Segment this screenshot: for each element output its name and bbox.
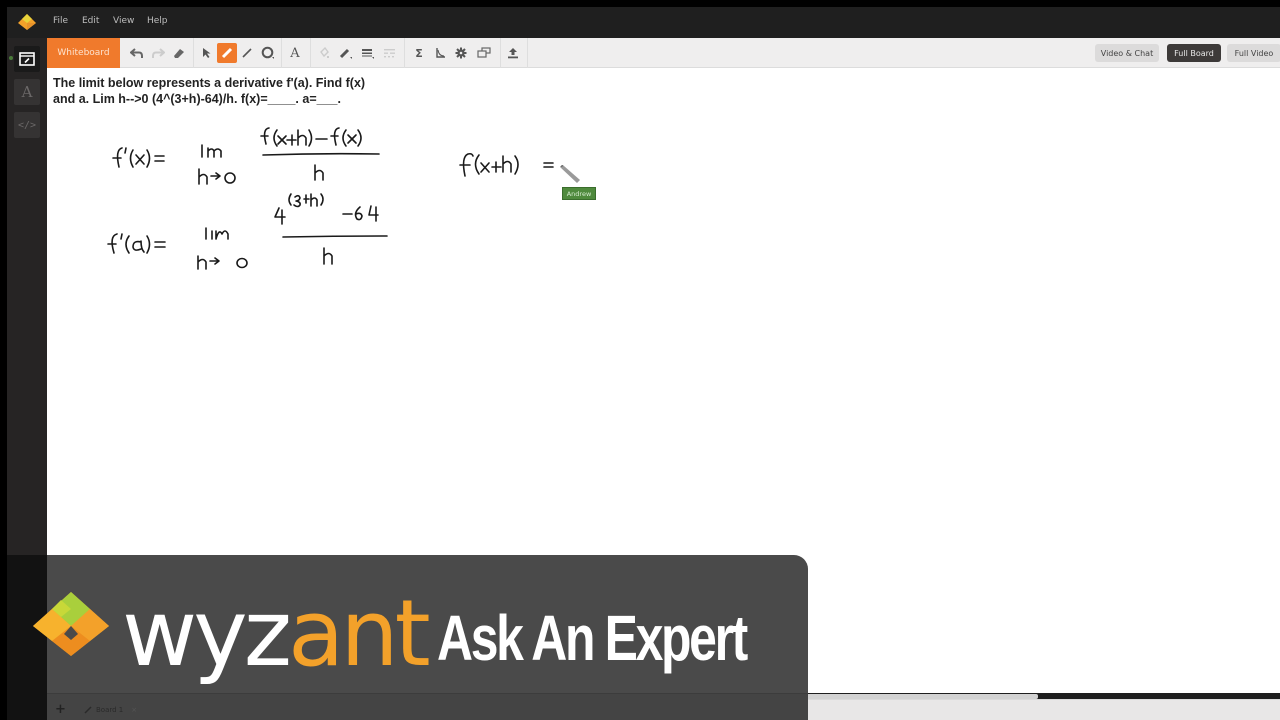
toolbar-divider bbox=[404, 38, 405, 68]
layers-button[interactable] bbox=[474, 43, 494, 63]
pen-color-button[interactable] bbox=[336, 43, 356, 63]
toolbar: Whiteboard A Σ Video & Chat Full Board F… bbox=[47, 38, 1280, 68]
text-A-icon: A bbox=[290, 45, 300, 61]
board-tab-label: Board 1 bbox=[96, 706, 124, 714]
line-style-icon bbox=[384, 49, 395, 58]
text-A-icon: A bbox=[21, 83, 33, 101]
line-button[interactable] bbox=[237, 43, 257, 63]
graph-axes-icon bbox=[436, 48, 445, 58]
active-indicator bbox=[9, 56, 13, 60]
wyzant-logo-icon bbox=[18, 14, 36, 30]
toolbar-divider bbox=[281, 38, 282, 68]
menu-help[interactable]: Help bbox=[147, 16, 168, 26]
pen-color-icon bbox=[339, 48, 352, 59]
layers-icon bbox=[477, 47, 491, 58]
equation-button[interactable]: Σ bbox=[409, 43, 429, 63]
remote-pencil-cursor-icon bbox=[560, 165, 580, 183]
text-tool-button[interactable]: A bbox=[285, 43, 305, 63]
banner-tagline: Ask An Expert bbox=[437, 602, 748, 674]
code-mode-button[interactable]: </> bbox=[14, 112, 40, 138]
whiteboard-mode-button[interactable] bbox=[14, 46, 40, 72]
handwritten-derivative-definition bbox=[112, 127, 380, 185]
menu-edit[interactable]: Edit bbox=[82, 16, 99, 26]
toolbar-divider bbox=[527, 38, 528, 68]
wordmark-orange: ant bbox=[287, 580, 431, 687]
undo-button[interactable] bbox=[127, 43, 147, 63]
left-rail: A </> bbox=[7, 38, 47, 555]
circle-shape-icon bbox=[261, 46, 274, 59]
eraser-icon bbox=[174, 49, 184, 58]
fill-bucket-icon bbox=[320, 47, 329, 58]
whiteboard-icon bbox=[19, 52, 35, 66]
toolbar-divider bbox=[193, 38, 194, 68]
code-icon: </> bbox=[17, 119, 37, 131]
sigma-icon: Σ bbox=[415, 46, 423, 60]
pencil-icon bbox=[84, 706, 92, 714]
add-board-button[interactable]: + bbox=[55, 702, 66, 717]
video-chat-button[interactable]: Video & Chat bbox=[1095, 44, 1159, 62]
select-button[interactable] bbox=[197, 43, 217, 63]
shape-button[interactable] bbox=[258, 43, 278, 63]
toolbar-divider bbox=[500, 38, 501, 68]
wordmark-white: wyz bbox=[122, 580, 292, 687]
tab-board-1[interactable]: Board 1 × bbox=[80, 700, 146, 720]
gear-icon bbox=[455, 47, 467, 59]
graph-button[interactable] bbox=[430, 43, 450, 63]
eraser-button[interactable] bbox=[169, 43, 189, 63]
menu-bar: File Edit View Help bbox=[7, 7, 1280, 38]
pencil-icon bbox=[221, 47, 233, 59]
handwritten-limit-expression bbox=[107, 193, 388, 270]
redo-button[interactable] bbox=[148, 43, 168, 63]
wyzant-logo-icon bbox=[33, 592, 109, 656]
tab-whiteboard[interactable]: Whiteboard bbox=[47, 38, 120, 68]
menu-view[interactable]: View bbox=[113, 16, 134, 26]
close-icon[interactable]: × bbox=[131, 706, 137, 714]
pointer-icon bbox=[203, 48, 211, 58]
upload-button[interactable] bbox=[503, 43, 523, 63]
wyzant-wordmark: wyzant bbox=[122, 578, 431, 690]
line-weight-button[interactable] bbox=[358, 43, 378, 63]
remote-user-label: Andrew bbox=[562, 187, 596, 200]
full-video-button[interactable]: Full Video bbox=[1227, 44, 1280, 62]
line-icon bbox=[242, 48, 252, 58]
toolbar-divider bbox=[310, 38, 311, 68]
settings-button[interactable] bbox=[451, 43, 471, 63]
handwritten-fxh-expression bbox=[459, 152, 554, 177]
menu-file[interactable]: File bbox=[53, 16, 68, 26]
full-board-button[interactable]: Full Board bbox=[1167, 44, 1221, 62]
pencil-button[interactable] bbox=[217, 43, 237, 63]
banner-bottom-band bbox=[47, 693, 808, 720]
redo-icon bbox=[152, 48, 165, 58]
upload-icon bbox=[508, 48, 518, 59]
line-weight-icon bbox=[362, 49, 374, 59]
text-mode-button[interactable]: A bbox=[14, 79, 40, 105]
line-style-button[interactable] bbox=[380, 43, 400, 63]
undo-icon bbox=[130, 48, 143, 58]
fill-button[interactable] bbox=[314, 43, 334, 63]
